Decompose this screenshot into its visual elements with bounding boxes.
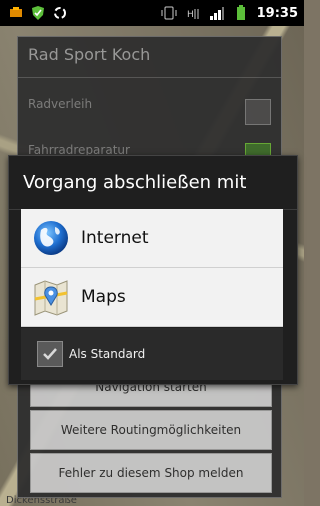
shop-title: Rad Sport Koch [28, 45, 151, 64]
notification-icon [8, 5, 24, 21]
svg-text:H: H [187, 10, 194, 20]
signal-icon [209, 5, 225, 21]
routing-options-button[interactable]: Weitere Routingmöglichkeiten [30, 410, 272, 450]
maps-icon [31, 277, 71, 317]
status-clock: 19:35 [256, 5, 298, 21]
default-checkbox[interactable] [37, 341, 63, 367]
option-maps-label: Maps [81, 287, 126, 307]
status-bar: H 19:35 [0, 0, 304, 26]
app-chooser-dialog: Vorgang abschließen mit Internet Maps Al… [8, 155, 298, 385]
default-row[interactable]: Als Standard [21, 328, 283, 380]
vibrate-icon [161, 5, 177, 21]
shop-row-checkbox[interactable] [245, 99, 271, 125]
option-internet-label: Internet [81, 228, 149, 248]
report-error-button[interactable]: Fehler zu diesem Shop melden [30, 453, 272, 493]
checkmark-icon [43, 348, 57, 360]
shop-row-label: Radverleih [28, 97, 93, 111]
default-label: Als Standard [69, 347, 146, 361]
globe-icon [31, 218, 71, 258]
recycle-icon [52, 5, 68, 21]
option-internet[interactable]: Internet [21, 209, 283, 268]
option-maps[interactable]: Maps [21, 268, 283, 327]
shop-divider [18, 77, 281, 78]
battery-icon [233, 5, 249, 21]
network-icon: H [185, 5, 201, 21]
chooser-title: Vorgang abschließen mit [9, 156, 297, 210]
shield-icon [30, 5, 46, 21]
